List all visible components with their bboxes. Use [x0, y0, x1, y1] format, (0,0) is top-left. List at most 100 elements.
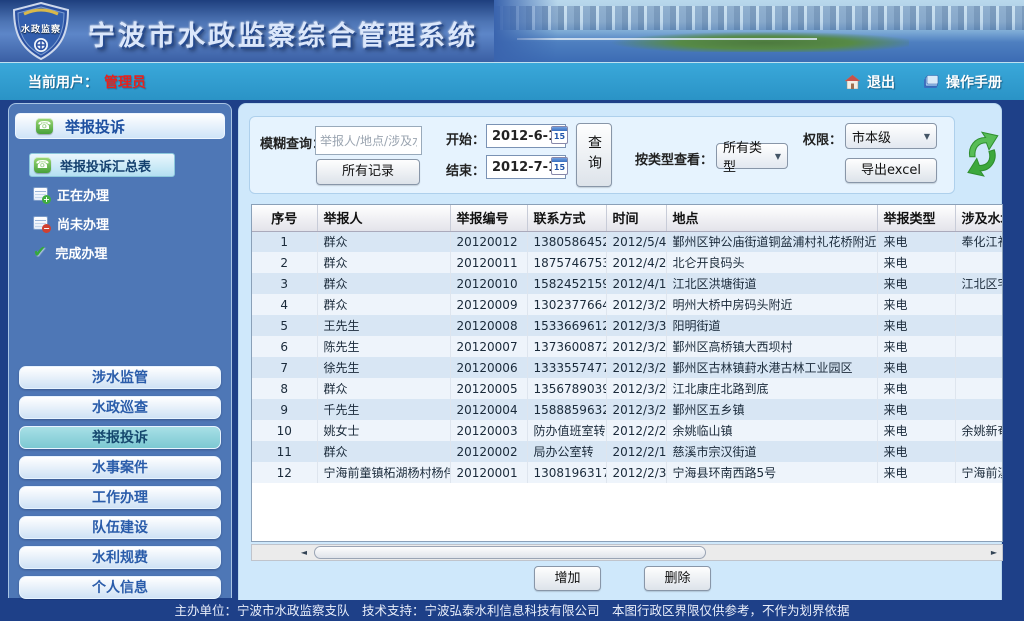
column-header-waters[interactable]: 涉及水域: [955, 205, 1003, 231]
table-row[interactable]: 9 千先生 20120004 15888596325 2012/3/23 鄞州区…: [252, 399, 1003, 420]
table-row[interactable]: 7 徐先生 20120006 13335574778 2012/3/29 鄞州区…: [252, 357, 1003, 378]
sidebar-item-label: 完成办理: [55, 243, 107, 262]
table-row[interactable]: 5 王先生 20120008 15336696121 2012/3/31 阳明街…: [252, 315, 1003, 336]
cell-location: 明州大桥中房码头附近: [666, 294, 877, 315]
sidebar-section-header[interactable]: ☎ 举报投诉: [15, 113, 225, 139]
sidebar-item-in-progress[interactable]: + 正在办理: [33, 182, 231, 206]
cell-index[interactable]: 7: [252, 357, 317, 378]
all-records-button[interactable]: 所有记录: [316, 159, 420, 185]
sidebar-menu-item[interactable]: 队伍建设: [19, 516, 221, 539]
refresh-icon[interactable]: [961, 128, 1003, 182]
type-select[interactable]: 所有类型 ▼: [716, 143, 788, 169]
cell-waters: 奉化江礼: [955, 231, 1003, 252]
cell-contact: 13023776649: [527, 294, 606, 315]
user-bar-actions: 退出 操作手册: [845, 72, 1002, 92]
calendar-icon[interactable]: 15: [551, 157, 568, 175]
sidebar-item-not-started[interactable]: − 尚未办理: [33, 211, 231, 235]
cell-type: 来电: [877, 399, 955, 420]
calendar-icon[interactable]: 15: [551, 126, 568, 144]
sidebar: ☎ 举报投诉 ☎ 举报投诉汇总表 + 正在办理 − 尚未办理 ✔ 完成办理: [8, 103, 232, 598]
table-row[interactable]: 6 陈先生 20120007 13736008729 2012/3/29 鄞州区…: [252, 336, 1003, 357]
cell-index[interactable]: 11: [252, 441, 317, 462]
table-row[interactable]: 1 群众 20120012 13805864528 2012/5/4 鄞州区钟公…: [252, 231, 1003, 252]
sidebar-menu-item[interactable]: 水政巡查: [19, 396, 221, 419]
cell-index[interactable]: 12: [252, 462, 317, 483]
column-header-report-no[interactable]: 举报编号: [450, 205, 527, 231]
table-row[interactable]: 11 群众 20120002 局办公室转 2012/2/10 慈溪市宗汉街道 来…: [252, 441, 1003, 462]
sidebar-main-menu: 涉水监管 水政巡查 举报投诉 水事案件 工作办理 队伍建设 水利规费 个人信息: [9, 366, 231, 606]
main-content: 模糊查询： 所有记录 开始： 15 结束： 15 查询 按类型查看： 所有类型 …: [238, 103, 1002, 600]
cell-index[interactable]: 1: [252, 231, 317, 252]
scrollbar-thumb[interactable]: [314, 546, 706, 559]
sidebar-menu-item[interactable]: 水利规费: [19, 546, 221, 569]
manual-button[interactable]: 操作手册: [923, 72, 1002, 92]
user-bar: 当前用户： 管理员 退出 操作手册: [0, 62, 1024, 100]
query-button[interactable]: 查询: [576, 123, 612, 187]
column-header-location[interactable]: 地点: [666, 205, 877, 231]
complaints-table-container: 序号 举报人 举报编号 联系方式 时间 地点 举报类型 涉及水域 1: [251, 204, 1003, 542]
current-user-name: 管理员: [104, 72, 146, 92]
cell-waters: [955, 315, 1003, 336]
table-row[interactable]: 8 群众 20120005 13567890390 2012/3/26 江北康庄…: [252, 378, 1003, 399]
cell-contact: 13805864528: [527, 231, 606, 252]
cell-location: 北仑开良码头: [666, 252, 877, 273]
column-header-time[interactable]: 时间: [606, 205, 666, 231]
cell-index[interactable]: 5: [252, 315, 317, 336]
permission-select-value: 市本级: [852, 127, 891, 146]
cell-report-no: 20120002: [450, 441, 527, 462]
sidebar-menu-item[interactable]: 工作办理: [19, 486, 221, 509]
sidebar-menu-item[interactable]: 涉水监管: [19, 366, 221, 389]
cell-reporter: 姚女士: [317, 420, 450, 441]
cell-report-no: 20120008: [450, 315, 527, 336]
cell-waters: 江北区宅: [955, 273, 1003, 294]
cell-type: 来电: [877, 420, 955, 441]
cell-reporter: 群众: [317, 294, 450, 315]
sidebar-item-complaint-summary[interactable]: ☎ 举报投诉汇总表: [29, 153, 175, 177]
sidebar-menu-item[interactable]: 举报投诉: [19, 426, 221, 449]
column-header-contact[interactable]: 联系方式: [527, 205, 606, 231]
cell-index[interactable]: 2: [252, 252, 317, 273]
manual-label: 操作手册: [946, 72, 1002, 92]
table-row[interactable]: 12 宁海前童镇柘湖杨村杨伟林 20120001 13081963176 201…: [252, 462, 1003, 483]
cell-contact: 局办公室转: [527, 441, 606, 462]
cell-index[interactable]: 10: [252, 420, 317, 441]
table-row[interactable]: 10 姚女士 20120003 防办值班室转 2012/2/23 余姚临山镇 来…: [252, 420, 1003, 441]
cell-index[interactable]: 4: [252, 294, 317, 315]
cell-location: 鄞州区五乡镇: [666, 399, 877, 420]
table-row[interactable]: 2 群众 20120011 18757467537 2012/4/23 北仑开良…: [252, 252, 1003, 273]
scroll-left-arrow-icon[interactable]: ◄: [296, 545, 312, 560]
export-excel-button[interactable]: 导出excel: [845, 158, 937, 183]
column-header-reporter[interactable]: 举报人: [317, 205, 450, 231]
logout-button[interactable]: 退出: [845, 72, 895, 92]
sidebar-item-label: 举报投诉汇总表: [60, 156, 151, 175]
table-row[interactable]: 4 群众 20120009 13023776649 2012/3/29 明州大桥…: [252, 294, 1003, 315]
cell-report-no: 20120004: [450, 399, 527, 420]
cell-index[interactable]: 6: [252, 336, 317, 357]
phone-icon: ☎: [36, 118, 53, 134]
horizontal-scrollbar[interactable]: ◄ ►: [251, 544, 1003, 561]
sidebar-menu-item[interactable]: 水事案件: [19, 456, 221, 479]
cell-index[interactable]: 9: [252, 399, 317, 420]
fuzzy-search-input[interactable]: [315, 126, 422, 155]
cell-reporter: 群众: [317, 441, 450, 462]
delete-button[interactable]: 删除: [644, 566, 711, 591]
complaints-table: 序号 举报人 举报编号 联系方式 时间 地点 举报类型 涉及水域 1: [252, 205, 1003, 483]
cell-index[interactable]: 3: [252, 273, 317, 294]
cell-waters: [955, 336, 1003, 357]
cell-location: 慈溪市宗汉街道: [666, 441, 877, 462]
column-header-index[interactable]: 序号: [252, 205, 317, 231]
cell-index[interactable]: 8: [252, 378, 317, 399]
scroll-right-arrow-icon[interactable]: ►: [986, 545, 1002, 560]
column-header-type[interactable]: 举报类型: [877, 205, 955, 231]
cell-type: 来电: [877, 336, 955, 357]
home-icon: [845, 75, 860, 89]
cell-location: 阳明街道: [666, 315, 877, 336]
cell-location: 鄞州区钟公庙街道铜盆浦村礼花桥附近: [666, 231, 877, 252]
table-row[interactable]: 3 群众 20120010 15824521597 2012/4/17 江北区洪…: [252, 273, 1003, 294]
logo-text: 水政监察: [19, 22, 63, 35]
sidebar-item-completed[interactable]: ✔ 完成办理: [33, 240, 231, 264]
permission-select[interactable]: 市本级 ▼: [845, 123, 937, 149]
app-logo: 水政监察: [10, 2, 72, 60]
add-button[interactable]: 增加: [534, 566, 601, 591]
sidebar-menu-item[interactable]: 个人信息: [19, 576, 221, 599]
